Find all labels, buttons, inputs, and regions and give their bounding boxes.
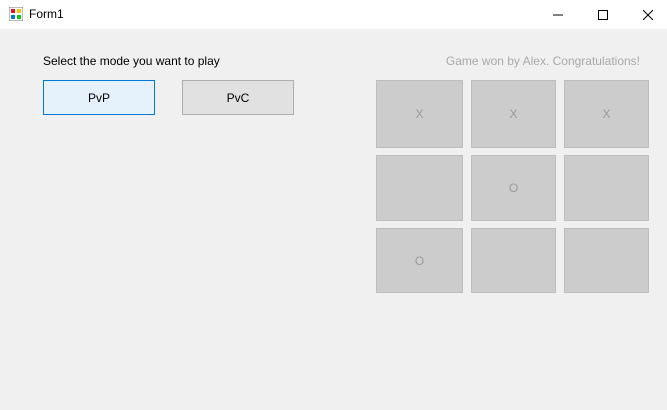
board-cell-3-1[interactable]: O	[376, 228, 463, 293]
close-icon	[643, 9, 653, 20]
pvp-button[interactable]: PvP	[43, 80, 155, 115]
window-title: Form1	[29, 7, 64, 21]
mode-prompt-label: Select the mode you want to play	[43, 54, 220, 68]
minimize-icon	[553, 14, 563, 15]
board-cell-1-3[interactable]: X	[564, 80, 649, 148]
board-cell-1-1[interactable]: X	[376, 80, 463, 148]
board-cell-1-2[interactable]: X	[471, 80, 556, 148]
board-cell-2-3[interactable]	[564, 155, 649, 221]
close-button[interactable]	[625, 0, 667, 29]
title-bar[interactable]: Form1	[0, 0, 667, 29]
pvc-button[interactable]: PvC	[182, 80, 294, 115]
maximize-button[interactable]	[580, 0, 626, 29]
board-cell-3-3[interactable]	[564, 228, 649, 293]
board-cell-3-2[interactable]	[471, 228, 556, 293]
form-client-area: Select the mode you want to play Game wo…	[0, 29, 667, 410]
maximize-icon	[598, 9, 608, 20]
game-status-label: Game won by Alex. Congratulations!	[445, 54, 640, 68]
board-cell-2-2[interactable]: O	[471, 155, 556, 221]
minimize-button[interactable]	[535, 0, 581, 29]
app-icon	[9, 7, 23, 21]
board-cell-2-1[interactable]	[376, 155, 463, 221]
